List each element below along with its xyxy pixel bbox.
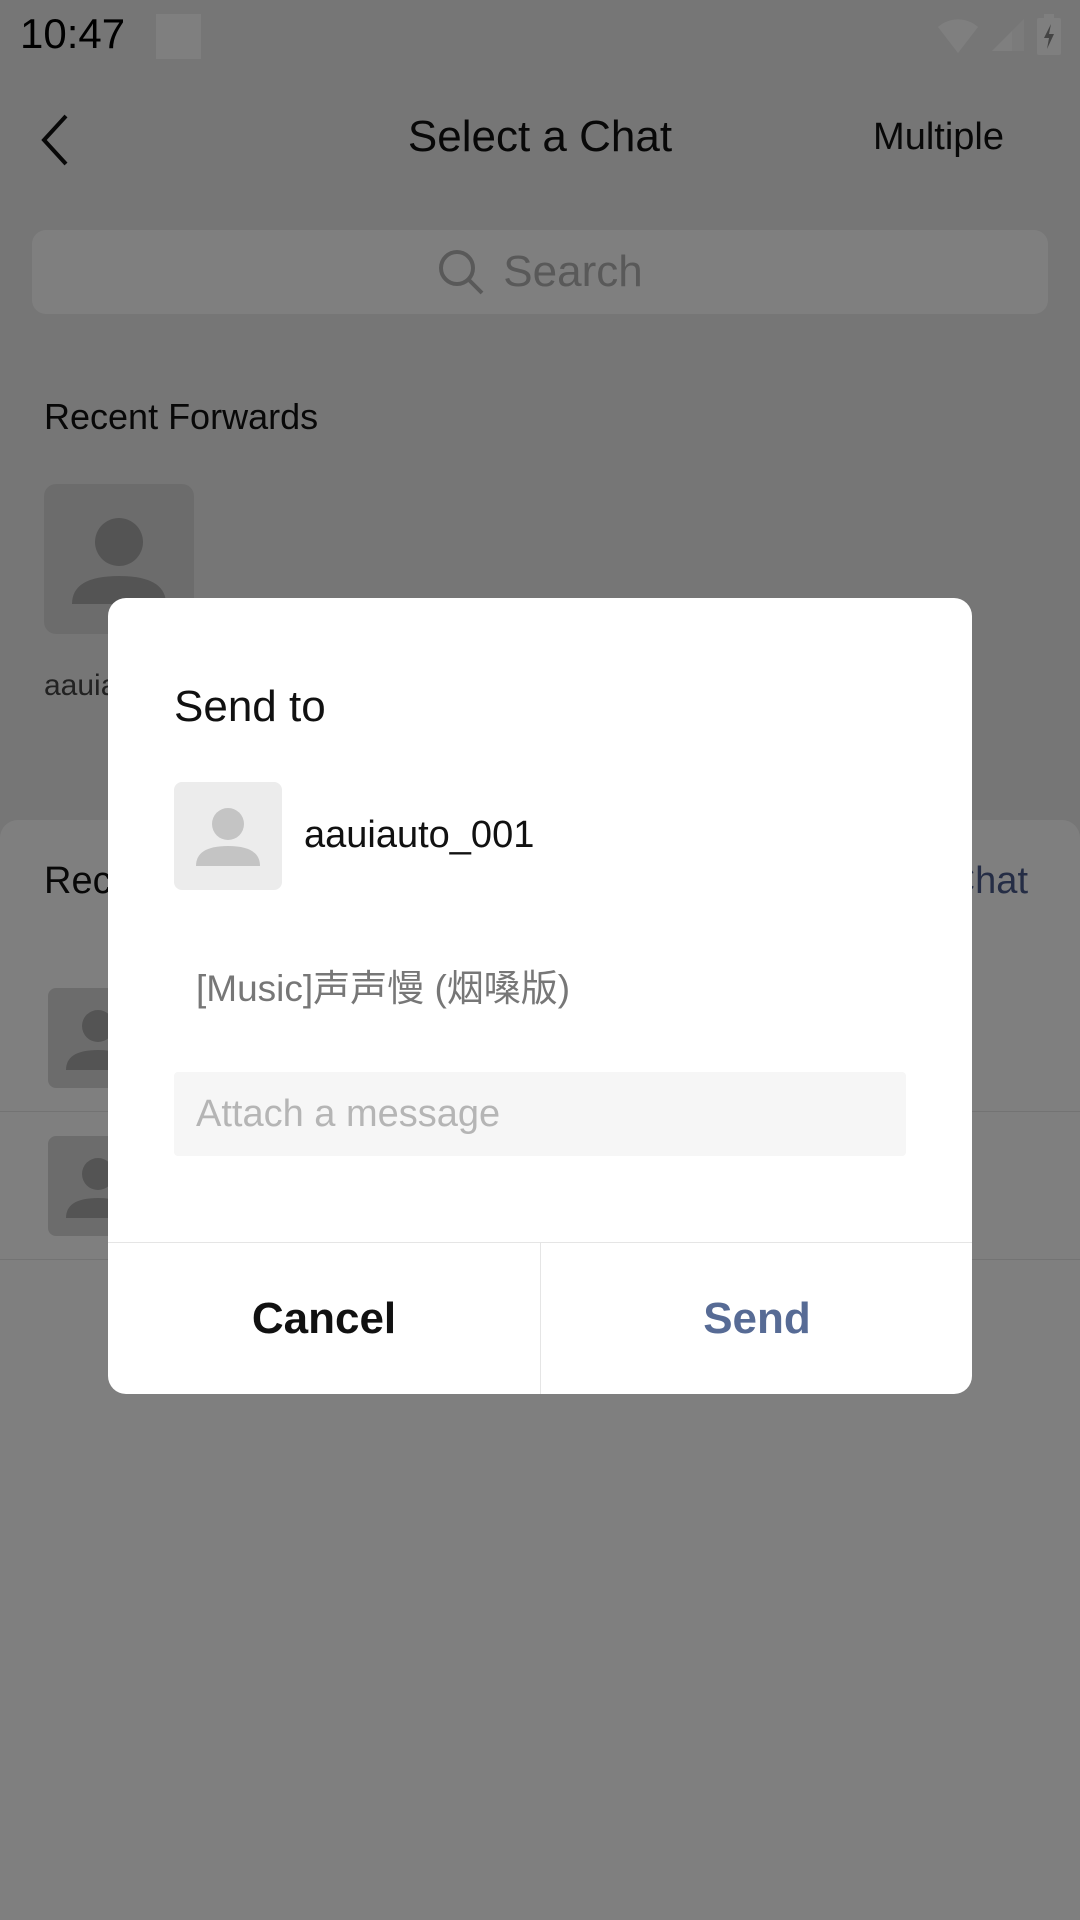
send-button[interactable]: Send [541, 1243, 972, 1394]
shared-item-preview: [Music]声声慢 (烟嗓版) [196, 968, 571, 1009]
attach-message-input[interactable] [174, 1072, 906, 1156]
cancel-button[interactable]: Cancel [108, 1243, 540, 1394]
dialog-title: Send to [174, 682, 326, 731]
recipient-name: aauiauto_001 [304, 814, 535, 856]
default-avatar-icon [196, 808, 260, 866]
send-to-dialog: Send to aauiauto_001 [Music]声声慢 (烟嗓版) Ca… [108, 598, 972, 1394]
recipient-avatar [174, 782, 282, 890]
